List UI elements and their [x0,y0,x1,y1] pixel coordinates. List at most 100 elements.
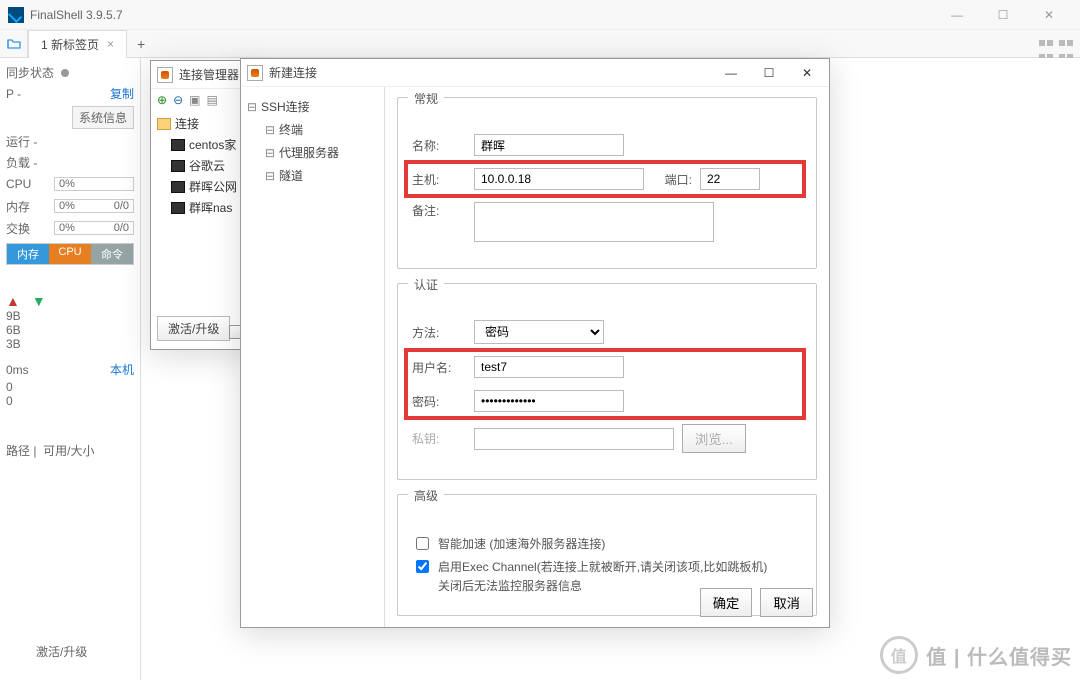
remark-input[interactable] [474,202,714,242]
mem-label: 内存 [6,198,30,215]
cpu-pct: 0% [59,178,75,190]
fieldset-auth: 认证 方法: 密码 用户名: 密码: [397,283,817,480]
tree-item[interactable]: 群晖nas [171,197,247,218]
tab-main[interactable]: 1 新标签页 × [28,30,127,58]
close-button[interactable]: ✕ [1026,0,1072,30]
sync-dot-icon [61,69,69,77]
method-label: 方法: [412,324,466,341]
status-sidebar: 同步状态 P - 复制 系统信息 运行 - 负载 - CPU 0% 内存 0% 0… [0,58,140,680]
tab-close-icon[interactable]: × [107,37,114,51]
app-logo-icon [8,7,24,23]
new-connection-dialog: 新建连接 — ☐ ✕ ⊟SSH连接 ⊟终端 ⊟代理服务器 ⊟隧道 常规 名称: [240,58,830,628]
metric-tabs[interactable]: 内存 CPU 命令 [6,243,134,265]
java-icon [247,65,263,81]
tab-main-label: 1 新标签页 [41,36,99,53]
view-mode-icons[interactable] [1038,36,1074,52]
connmgr-title: 连接管理器 [179,66,239,83]
host-highlight: 主机: 端口: [408,164,802,194]
swap-pct: 0% [59,222,75,234]
conn-tree: 连接 centos家 谷歌云 群晖公网 群晖nas [157,113,247,218]
p-label: P - [6,87,21,101]
stat-9b: 9B [6,309,134,323]
tree-item[interactable]: 谷歌云 [171,155,247,176]
modal-title: 新建连接 [269,64,317,81]
pass-input[interactable] [474,390,624,412]
tab-mem[interactable]: 内存 [7,244,49,264]
method-select[interactable]: 密码 [474,320,604,344]
tab-add-button[interactable]: + [127,36,155,52]
collapse-icon: ▤ [206,93,217,107]
watermark-icon: 值 [880,636,918,674]
host-label: 主机: [412,171,466,188]
watermark: 值 值 | 什么值得买 [880,636,1072,674]
tree-item[interactable]: 群晖公网 [171,176,247,197]
tree-proxy[interactable]: ⊟代理服务器 [265,141,378,164]
tab-cmd[interactable]: 命令 [91,244,133,264]
browse-button: 浏览... [682,424,746,453]
accel-row[interactable]: 智能加速 (加速海外服务器连接) [412,535,802,554]
key-input [474,428,674,450]
folder-icon [157,118,171,130]
legend-advanced: 高级 [408,487,444,504]
modal-side-tree: ⊟SSH连接 ⊟终端 ⊟代理服务器 ⊟隧道 [241,87,385,627]
copy-link[interactable]: 复制 [110,85,134,102]
dialog-minimize-button[interactable]: — [715,66,747,80]
host-input[interactable] [474,168,644,190]
tab-cpu[interactable]: CPU [49,244,91,264]
dialog-maximize-button[interactable]: ☐ [753,66,785,80]
exec-checkbox[interactable] [416,560,429,573]
name-label: 名称: [412,137,466,154]
net-arrows: ▲▼ [6,293,134,309]
terminal-icon [171,160,185,172]
watermark-text: 值 | 什么值得买 [926,641,1072,670]
pass-label: 密码: [412,393,466,410]
minimize-button[interactable]: — [934,0,980,30]
load-label: 负载 - [6,154,37,171]
local-link[interactable]: 本机 [110,361,134,378]
terminal-icon [171,139,185,151]
sync-label: 同步状态 [6,66,54,80]
swap-label: 交换 [6,220,30,237]
add-icon: ⊕ [157,93,167,107]
dialog-close-button[interactable]: ✕ [791,66,823,80]
z0a: 0 [6,380,134,394]
user-label: 用户名: [412,359,466,376]
terminal-icon [171,202,185,214]
cpu-label: CPU [6,177,31,191]
tree-item[interactable]: centos家 [171,134,247,155]
down-arrow-icon: ▼ [32,293,46,309]
port-label: 端口: [652,171,692,188]
sysinfo-button[interactable]: 系统信息 [72,106,134,129]
java-icon [157,67,173,83]
connmgr-activate-button[interactable]: 激活/升级 [157,316,230,341]
user-input[interactable] [474,356,624,378]
avail-label: 可用/大小 [43,444,94,458]
ms-label: 0ms [6,363,29,377]
conn-manager-window[interactable]: 连接管理器 ⊕ ⊖ ▣ ▤ 连接 centos家 谷歌云 群晖公网 群晖nas … [150,60,254,350]
maximize-button[interactable]: ☐ [980,0,1026,30]
tree-tunnel[interactable]: ⊟隧道 [265,164,378,187]
ok-button[interactable]: 确定 [700,588,753,617]
up-arrow-icon: ▲ [6,293,20,309]
open-folder-icon[interactable] [0,30,28,58]
cancel-button[interactable]: 取消 [760,588,813,617]
tree-terminal[interactable]: ⊟终端 [265,118,378,141]
accel-checkbox[interactable] [416,537,429,550]
exec-note: 关闭后无法监控服务器信息 [438,579,582,593]
modal-form: 常规 名称: 主机: 端口: 备注: [385,87,829,627]
tree-root[interactable]: 连接 [157,113,247,134]
port-input[interactable] [700,168,760,190]
app-title: FinalShell 3.9.5.7 [30,8,123,22]
exec-label: 启用Exec Channel(若连接上就被断开,请关闭该项,比如跳板机) [438,560,767,574]
legend-general: 常规 [408,90,444,107]
terminal-icon [171,181,185,193]
name-input[interactable] [474,134,624,156]
connmgr-toolbar[interactable]: ⊕ ⊖ ▣ ▤ [157,93,247,107]
activate-link[interactable]: 激活/升级 [36,643,87,660]
tree-ssh[interactable]: ⊟SSH连接 [247,95,378,118]
run-label: 运行 - [6,133,37,150]
fieldset-general: 常规 名称: 主机: 端口: 备注: [397,97,817,269]
expand-icon: ▣ [189,93,200,107]
accel-label: 智能加速 (加速海外服务器连接) [438,535,605,554]
legend-auth: 认证 [408,276,444,293]
